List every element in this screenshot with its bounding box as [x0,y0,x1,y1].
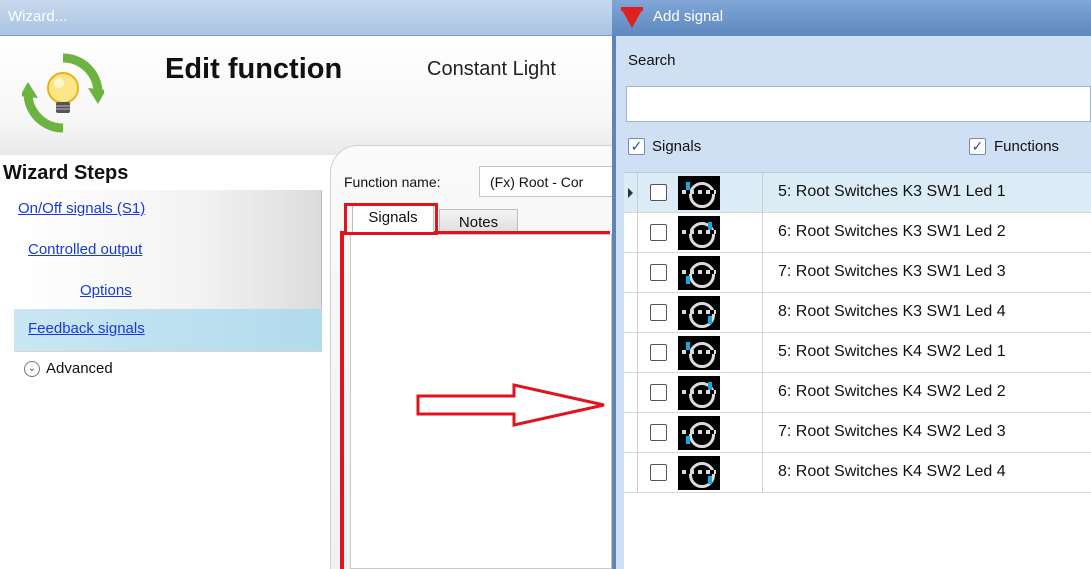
wizard-steps-heading: Wizard Steps [3,162,129,184]
wizard-window-title: Wizard... [8,8,68,25]
signal-checkbox[interactable] [650,344,667,361]
filter-signals-label: Signals [652,138,702,155]
switch-device-icon [678,216,720,250]
add-signal-window-title: Add signal [653,8,724,25]
row-header[interactable] [624,453,638,493]
led-indicator-icon [708,476,712,484]
signal-name: 6: Root Switches K4 SW2 Led 2 [778,383,1006,400]
column-separator [762,173,763,213]
annotation-arrow [416,383,605,427]
row-header[interactable] [624,333,638,373]
signal-checkbox[interactable] [650,464,667,481]
signal-row[interactable]: 7: Root Switches K3 SW1 Led 3 [624,253,1091,293]
wizard-step-options[interactable]: Options [80,282,132,299]
signal-row[interactable]: 5: Root Switches K4 SW2 Led 1 [624,333,1091,373]
advanced-expander[interactable]: ⌄ Advanced [14,351,322,569]
switch-device-icon [678,456,720,490]
column-separator [762,293,763,333]
signal-list: 5: Root Switches K3 SW1 Led 1 6: Root Swi… [624,172,1091,569]
add-signal-icon [622,10,642,28]
function-name-label: Function name: [344,174,441,190]
signal-name: 8: Root Switches K4 SW2 Led 4 [778,463,1006,480]
signal-checkbox[interactable] [650,424,667,441]
current-row-arrow-icon [628,188,633,198]
annotation-signals-tab-highlight [344,203,438,235]
switch-device-icon [678,296,720,330]
search-label: Search [628,52,676,69]
page-title: Edit function [165,53,343,85]
search-input[interactable] [626,86,1091,122]
signal-row[interactable]: 8: Root Switches K3 SW1 Led 4 [624,293,1091,333]
annotation-line [434,231,610,234]
signal-checkbox[interactable] [650,384,667,401]
row-header[interactable] [624,173,638,213]
row-header[interactable] [624,413,638,453]
chevron-down-icon: ⌄ [24,361,40,377]
signal-row[interactable]: 8: Root Switches K4 SW2 Led 4 [624,453,1091,493]
function-name-input[interactable]: (Fx) Root - Cor [479,166,614,197]
led-indicator-icon [686,342,690,350]
column-separator [762,453,763,493]
switch-device-icon [678,256,720,290]
light-bulb-cycle-icon [22,53,104,133]
column-separator [762,253,763,293]
switch-device-icon [678,416,720,450]
filter-signals-checkbox[interactable]: ✓ [628,138,645,155]
column-separator [762,213,763,253]
signal-checkbox[interactable] [650,184,667,201]
switch-device-icon [678,176,720,210]
led-indicator-icon [708,222,712,230]
filter-functions-label: Functions [994,138,1060,155]
signal-row[interactable]: 6: Root Switches K3 SW1 Led 2 [624,213,1091,253]
row-header[interactable] [624,213,638,253]
switch-device-icon [678,376,720,410]
switch-device-icon [678,336,720,370]
signal-name: 6: Root Switches K3 SW1 Led 2 [778,223,1006,240]
signal-name: 8: Root Switches K3 SW1 Led 4 [778,303,1006,320]
wizard-step-on-off-signals[interactable]: On/Off signals (S1) [18,200,145,217]
wizard-step-feedback-signals[interactable]: Feedback signals [28,320,145,337]
led-indicator-icon [686,276,690,284]
filter-functions-checkbox[interactable]: ✓ [969,138,986,155]
signal-checkbox[interactable] [650,264,667,281]
signal-name: 7: Root Switches K4 SW2 Led 3 [778,423,1006,440]
column-separator [762,373,763,413]
wizard-step-controlled-output[interactable]: Controlled output [28,241,142,258]
signal-row[interactable]: 5: Root Switches K3 SW1 Led 1 [624,173,1091,213]
led-indicator-icon [686,182,690,190]
signal-name: 7: Root Switches K3 SW1 Led 3 [778,263,1006,280]
led-indicator-icon [686,436,690,444]
row-header[interactable] [624,293,638,333]
advanced-label: Advanced [46,360,113,377]
signal-row[interactable]: 7: Root Switches K4 SW2 Led 3 [624,413,1091,453]
signal-name: 5: Root Switches K3 SW1 Led 1 [778,183,1006,200]
column-separator [762,413,763,453]
led-indicator-icon [708,382,712,390]
row-header[interactable] [624,373,638,413]
led-indicator-icon [708,316,712,324]
signal-checkbox[interactable] [650,224,667,241]
signal-checkbox[interactable] [650,304,667,321]
column-separator [762,333,763,373]
annotation-line [340,231,344,569]
signal-name: 5: Root Switches K4 SW2 Led 1 [778,343,1006,360]
signal-row[interactable]: 6: Root Switches K4 SW2 Led 2 [624,373,1091,413]
row-header[interactable] [624,253,638,293]
function-type-label: Constant Light [427,58,556,80]
wizard-titlebar: Wizard... [0,0,612,36]
